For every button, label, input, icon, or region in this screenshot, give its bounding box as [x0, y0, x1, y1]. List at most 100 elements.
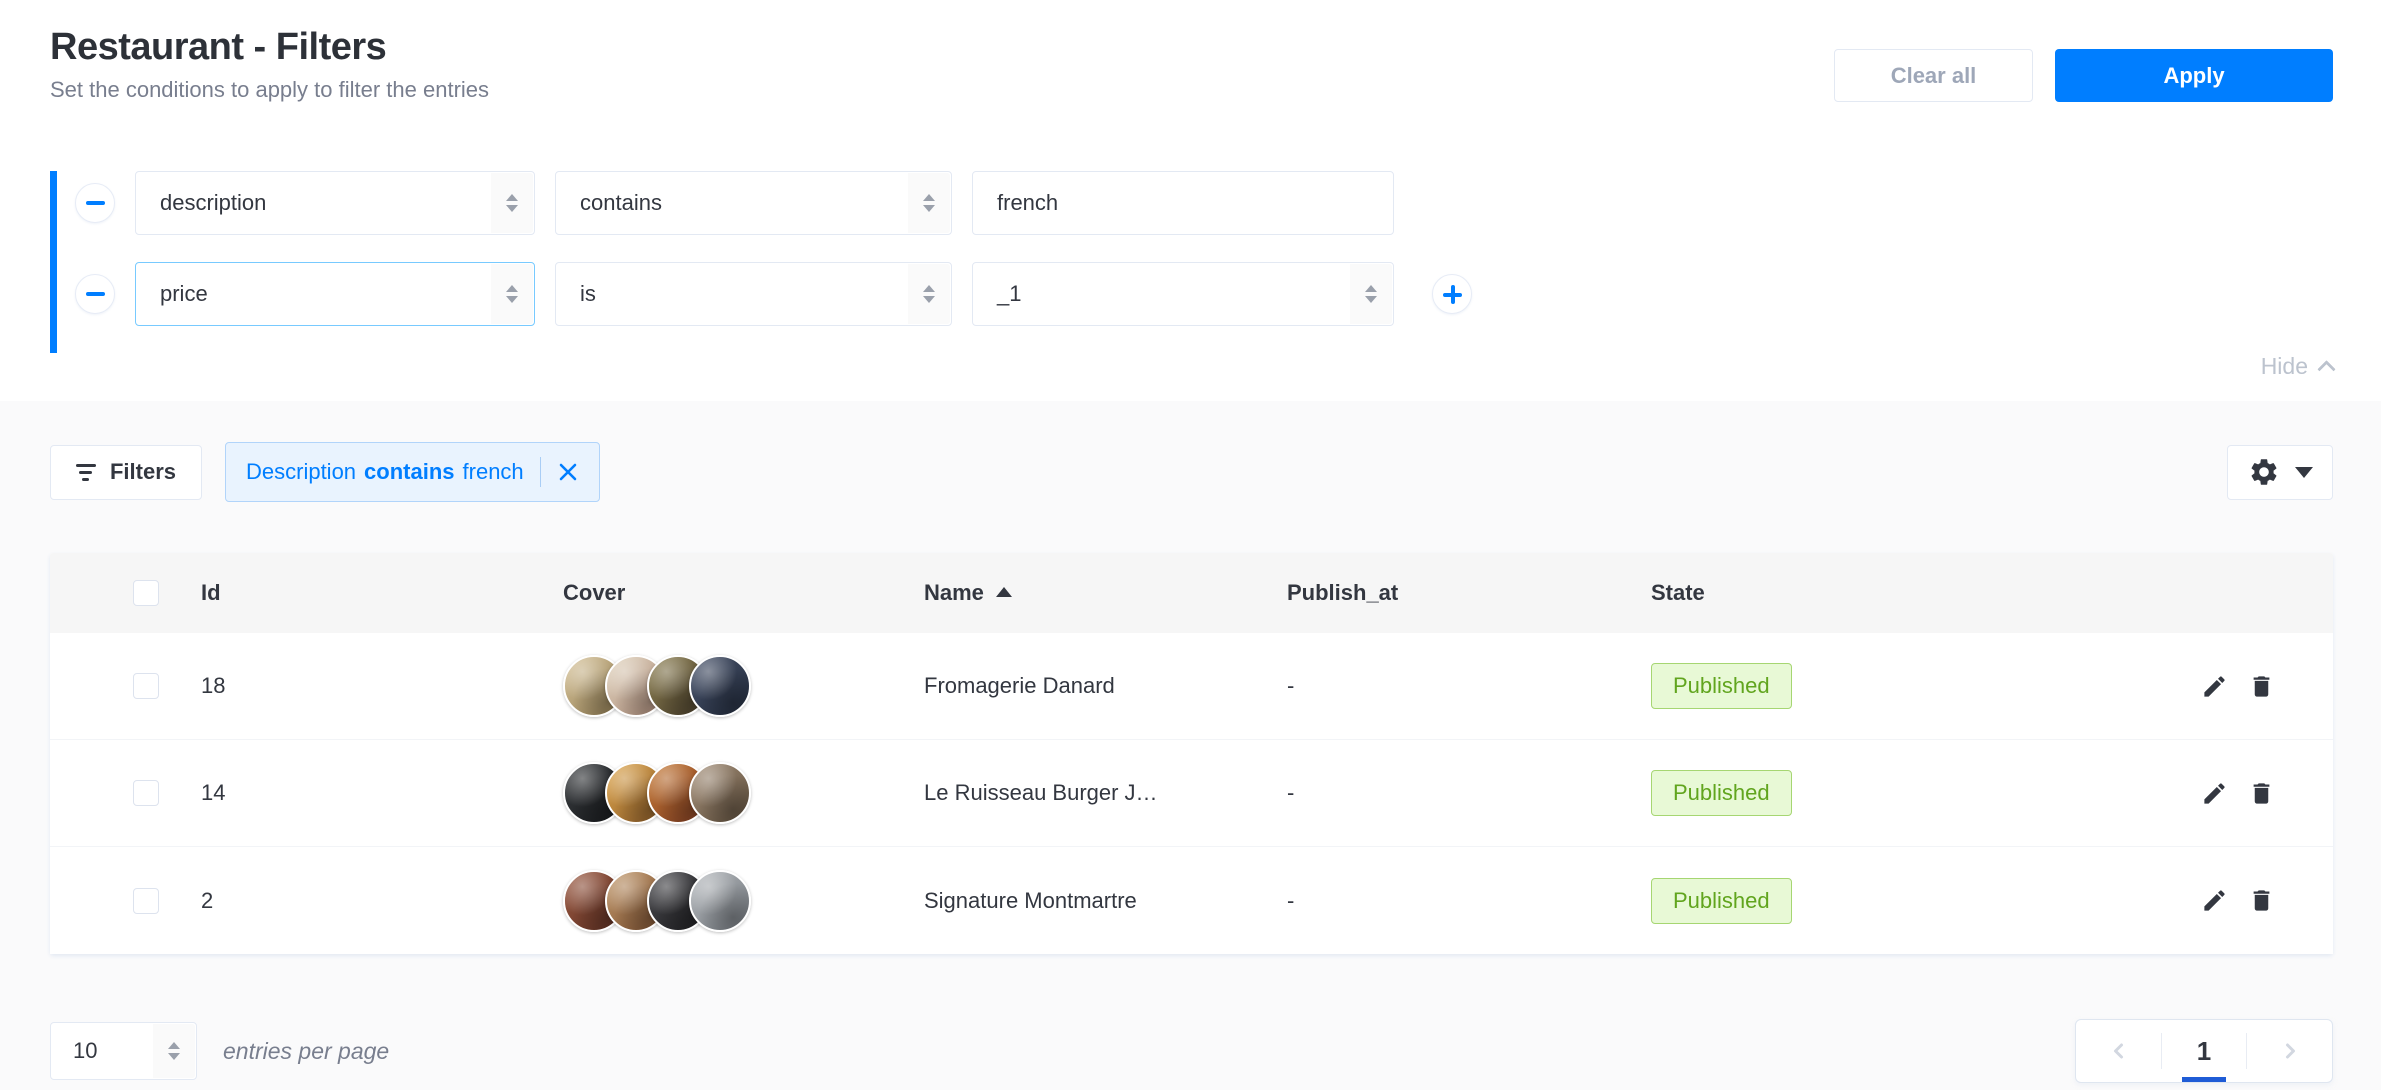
delete-button[interactable]	[2248, 673, 2275, 700]
cover-images	[563, 655, 924, 717]
cell-publish-at: -	[1287, 888, 1651, 914]
filter-row: description contains	[75, 171, 2333, 235]
tag-operator: contains	[364, 459, 454, 485]
column-header-name-label: Name	[924, 580, 984, 606]
table-footer: 10 entries per page 1	[50, 1019, 2333, 1083]
spinner-arrows-icon	[1350, 264, 1392, 324]
pencil-icon	[2201, 887, 2228, 914]
chevron-up-icon	[2317, 360, 2335, 378]
select-value: is	[556, 281, 596, 307]
pagination: 1	[2075, 1019, 2333, 1083]
cell-name: Le Ruisseau Burger J…	[924, 780, 1287, 806]
trash-icon	[2248, 780, 2275, 807]
tag-divider	[540, 457, 541, 487]
filters-button[interactable]: Filters	[50, 445, 202, 500]
spinner-arrows-icon	[908, 264, 950, 324]
cover-image	[689, 655, 751, 717]
hide-label: Hide	[2261, 353, 2308, 380]
filters-button-label: Filters	[110, 459, 176, 485]
row-checkbox[interactable]	[133, 888, 159, 914]
remove-filter-button[interactable]	[75, 183, 115, 223]
chevron-left-icon	[2107, 1039, 2131, 1063]
spinner-arrows-icon	[491, 173, 533, 233]
cell-name: Fromagerie Danard	[924, 673, 1287, 699]
state-badge: Published	[1651, 663, 1792, 709]
delete-button[interactable]	[2248, 780, 2275, 807]
toolbar: Filters Description contains french	[50, 442, 2333, 502]
column-header-name[interactable]: Name	[924, 580, 1287, 606]
spinner-arrows-icon	[908, 173, 950, 233]
filter-field-select[interactable]: price	[135, 262, 535, 326]
filter-row: price is _1	[75, 262, 2333, 326]
spinner-arrows-icon	[153, 1024, 195, 1078]
cell-id: 18	[201, 673, 563, 699]
filter-field-select[interactable]: description	[135, 171, 535, 235]
active-filter-tag[interactable]: Description contains french	[225, 442, 600, 502]
edit-button[interactable]	[2201, 780, 2228, 807]
cell-publish-at: -	[1287, 780, 1651, 806]
entries-table: Id Cover Name Publish_at State 18 Fromag…	[50, 553, 2333, 954]
cover-image	[689, 870, 751, 932]
row-checkbox[interactable]	[133, 780, 159, 806]
state-badge: Published	[1651, 770, 1792, 816]
entries-per-page-label: entries per page	[223, 1038, 389, 1065]
current-page[interactable]: 1	[2162, 1020, 2246, 1082]
row-checkbox[interactable]	[133, 673, 159, 699]
edit-button[interactable]	[2201, 887, 2228, 914]
edit-button[interactable]	[2201, 673, 2228, 700]
chevron-down-icon	[2295, 467, 2313, 478]
select-value: price	[136, 281, 208, 307]
filter-value-input[interactable]	[972, 171, 1394, 235]
remove-filter-button[interactable]	[75, 274, 115, 314]
settings-button[interactable]	[2227, 445, 2333, 500]
table-row: 2 Signature Montmartre - Published	[50, 847, 2333, 954]
page-header: Restaurant - Filters Set the conditions …	[50, 26, 2333, 103]
select-value: contains	[556, 190, 662, 216]
cover-image	[689, 762, 751, 824]
filter-builder: description contains price is _1	[50, 171, 2333, 380]
prev-page-button[interactable]	[2076, 1020, 2161, 1082]
gear-icon	[2248, 456, 2280, 488]
filter-value-select[interactable]: _1	[972, 262, 1394, 326]
clear-all-button[interactable]: Clear all	[1834, 49, 2033, 102]
list-view-section: Filters Description contains french Id C…	[0, 401, 2381, 1090]
select-value: 10	[51, 1038, 97, 1064]
column-header-cover: Cover	[563, 580, 924, 606]
trash-icon	[2248, 673, 2275, 700]
next-page-button[interactable]	[2247, 1020, 2332, 1082]
state-badge: Published	[1651, 878, 1792, 924]
column-header-id[interactable]: Id	[201, 580, 563, 606]
column-header-publish-at[interactable]: Publish_at	[1287, 580, 1651, 606]
chevron-right-icon	[2278, 1039, 2302, 1063]
plus-icon	[1443, 285, 1462, 304]
pencil-icon	[2201, 673, 2228, 700]
select-all-checkbox[interactable]	[133, 580, 159, 606]
remove-filter-tag-button[interactable]	[557, 461, 579, 483]
filter-operator-select[interactable]: is	[555, 262, 952, 326]
hide-filters-link[interactable]: Hide	[2261, 353, 2333, 380]
cover-images	[563, 870, 924, 932]
cell-publish-at: -	[1287, 673, 1651, 699]
column-header-state[interactable]: State	[1651, 580, 2163, 606]
filter-icon	[76, 464, 96, 481]
add-filter-button[interactable]	[1432, 274, 1472, 314]
spinner-arrows-icon	[491, 264, 533, 324]
table-row: 14 Le Ruisseau Burger J… - Published	[50, 740, 2333, 847]
close-icon	[557, 461, 579, 483]
page-size-select[interactable]: 10	[50, 1022, 197, 1080]
filter-operator-select[interactable]: contains	[555, 171, 952, 235]
cover-images	[563, 762, 924, 824]
filter-accent-bar	[50, 171, 57, 353]
cell-id: 14	[201, 780, 563, 806]
page-subtitle: Set the conditions to apply to filter th…	[50, 77, 489, 103]
sort-asc-icon	[996, 587, 1012, 597]
apply-button[interactable]: Apply	[2055, 49, 2333, 102]
select-value: _1	[973, 281, 1021, 307]
select-value: description	[136, 190, 266, 216]
minus-icon	[86, 201, 105, 205]
delete-button[interactable]	[2248, 887, 2275, 914]
trash-icon	[2248, 887, 2275, 914]
minus-icon	[86, 292, 105, 296]
table-header: Id Cover Name Publish_at State	[50, 553, 2333, 633]
tag-field: Description	[246, 459, 356, 485]
